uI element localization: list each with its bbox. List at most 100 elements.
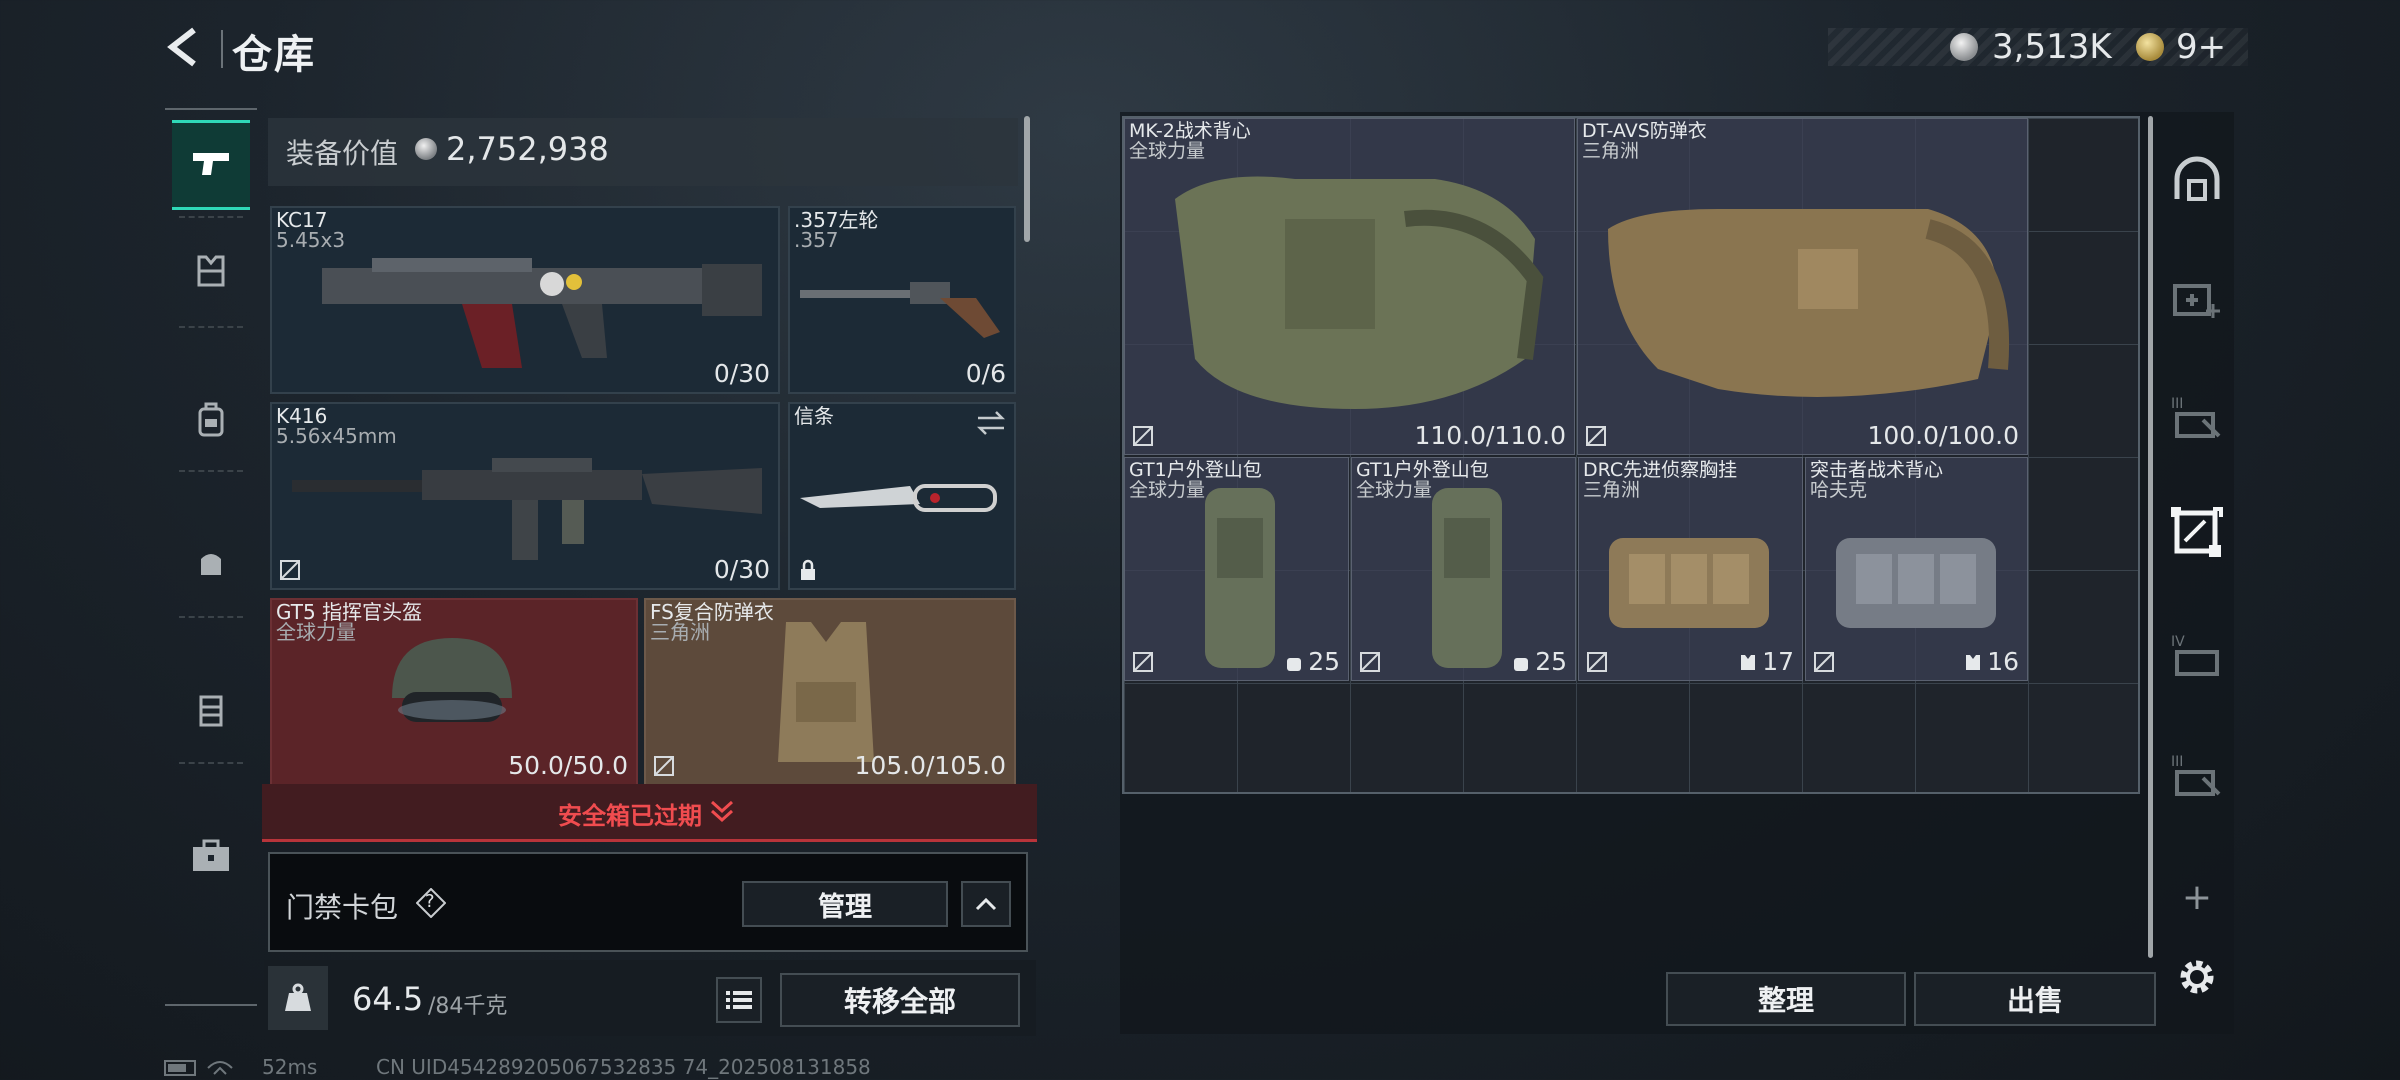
storage-item[interactable]: DRC先进侦察胸挂 三角洲 17 bbox=[1578, 457, 1803, 681]
storage-item[interactable]: MK-2战术背心 全球力量 110.0/110.0 bbox=[1124, 118, 1575, 455]
storage-tab-level4[interactable]: IV bbox=[2166, 624, 2228, 686]
storage-item[interactable]: DT-AVS防弹衣 三角洲 100.0/100.0 bbox=[1577, 118, 2028, 455]
silver-coin-icon bbox=[1950, 33, 1978, 61]
slot-faction: 全球力量 bbox=[276, 620, 356, 644]
briefcase-icon bbox=[193, 839, 229, 871]
settings-button[interactable] bbox=[2166, 946, 2228, 1008]
lock-icon bbox=[801, 559, 815, 580]
weight-current: 64.5 bbox=[352, 980, 424, 1018]
storage-tab-medical[interactable] bbox=[2166, 266, 2228, 328]
ammo-count: 0/30 bbox=[713, 359, 770, 388]
back-arrow-icon bbox=[167, 27, 196, 67]
not-insured-icon bbox=[1587, 652, 1607, 672]
item-capacity: 25 bbox=[1511, 647, 1567, 676]
help-icon[interactable]: ? bbox=[415, 887, 447, 919]
weapon-slot-sidearm[interactable]: .357左轮 .357 0/6 bbox=[788, 206, 1016, 394]
manage-button[interactable]: 管理 bbox=[742, 881, 948, 927]
storage-scrollbar[interactable] bbox=[2148, 116, 2153, 958]
storage-tab-main[interactable] bbox=[2166, 150, 2228, 212]
capacity-value: 16 bbox=[1987, 647, 2019, 676]
backpack-small-icon bbox=[1287, 657, 1302, 671]
not-insured-icon bbox=[280, 560, 300, 580]
storage-tab-level3-b[interactable]: III bbox=[2166, 744, 2228, 806]
weapon-slot-primary[interactable]: KC17 5.45x3 0/30 bbox=[270, 206, 780, 394]
category-backpack[interactable] bbox=[172, 374, 250, 464]
category-pouch[interactable] bbox=[172, 518, 250, 608]
vest-icon bbox=[197, 255, 225, 287]
medkit-add-icon bbox=[2173, 284, 2220, 318]
pistol-icon bbox=[193, 153, 229, 175]
collapse-button[interactable] bbox=[961, 881, 1011, 927]
backpack-icon bbox=[198, 402, 224, 437]
ammo-count: 0/6 bbox=[965, 359, 1006, 388]
not-insured-icon bbox=[1133, 652, 1153, 672]
sell-button[interactable]: 出售 bbox=[1914, 972, 2156, 1026]
swap-icon[interactable] bbox=[976, 410, 1006, 436]
svg-text:III: III bbox=[2171, 754, 2183, 770]
list-view-button[interactable] bbox=[716, 977, 762, 1023]
left-scrollbar[interactable] bbox=[1024, 116, 1030, 242]
item-name: MK-2战术背心 bbox=[1129, 120, 1251, 142]
sort-button[interactable]: 整理 bbox=[1666, 972, 1906, 1026]
svg-text:III: III bbox=[2171, 396, 2183, 412]
weight-icon bbox=[285, 983, 311, 1011]
storage-item[interactable]: 突击者战术背心 哈夫克 16 bbox=[1805, 457, 2028, 681]
item-faction: 全球力量 bbox=[1356, 479, 1433, 501]
item-name: 突击者战术背心 bbox=[1810, 459, 1944, 481]
slot-faction: 三角洲 bbox=[650, 620, 710, 644]
storage-tier-icon: IV bbox=[2171, 634, 2219, 676]
chest-rig-image bbox=[1609, 538, 1769, 628]
weight-icon-box bbox=[268, 966, 328, 1030]
revolver-image bbox=[800, 282, 1000, 338]
slot-name: 信条 bbox=[794, 404, 834, 428]
item-capacity: 16 bbox=[1963, 647, 2019, 676]
storage-tab-level3-a[interactable]: III bbox=[2166, 386, 2228, 448]
transfer-all-button[interactable]: 转移全部 bbox=[780, 973, 1020, 1027]
header-separator bbox=[221, 30, 223, 68]
not-insured-icon bbox=[654, 756, 674, 776]
user-uid: CN UID454289205067532835 74_202508131858 bbox=[376, 1055, 871, 1079]
backpack-image bbox=[1432, 488, 1502, 668]
category-safebox[interactable] bbox=[172, 810, 250, 900]
battery-wifi-icon bbox=[164, 1060, 233, 1076]
armor-slot[interactable]: FS复合防弹衣 三角洲 105.0/105.0 bbox=[644, 598, 1016, 786]
coin-icon bbox=[415, 138, 437, 160]
chevron-up-icon bbox=[975, 897, 997, 911]
equipment-value-label: 装备价值 bbox=[286, 137, 399, 170]
category-column bbox=[165, 108, 257, 1006]
help-glyph: ? bbox=[425, 891, 435, 912]
durability: 50.0/50.0 bbox=[508, 751, 628, 780]
weight-max: /84千克 bbox=[428, 994, 508, 1019]
keycard-case-label: 门禁卡包 bbox=[286, 891, 399, 924]
melee-slot[interactable]: 信条 bbox=[788, 402, 1016, 590]
silver-amount: 3,513K bbox=[1992, 27, 2112, 67]
add-storage-button[interactable]: + bbox=[2166, 866, 2228, 928]
storage-item[interactable]: GT1户外登山包 全球力量 25 bbox=[1351, 457, 1576, 681]
ping-value: 52ms bbox=[262, 1055, 318, 1079]
case-icon bbox=[199, 695, 223, 727]
storage-item[interactable]: GT1户外登山包 全球力量 25 bbox=[1124, 457, 1349, 681]
back-button[interactable] bbox=[160, 22, 210, 72]
weapon-slot-secondary[interactable]: K416 5.56x45mm 0/30 bbox=[270, 402, 780, 590]
item-faction: 哈夫克 bbox=[1810, 479, 1868, 501]
storage-tier-icon: III bbox=[2171, 754, 2221, 796]
helmet-slot[interactable]: GT5 指挥官头盔 全球力量 50.0/50.0 bbox=[270, 598, 638, 786]
category-case[interactable] bbox=[172, 664, 250, 754]
category-vest[interactable] bbox=[172, 226, 250, 316]
list-icon bbox=[726, 991, 752, 1009]
vault-icon bbox=[2174, 156, 2220, 201]
durability: 105.0/105.0 bbox=[854, 751, 1006, 780]
equipment-value: 2,752,938 bbox=[446, 130, 609, 168]
vest-small-icon bbox=[1966, 654, 1981, 670]
not-insured-icon bbox=[1814, 652, 1834, 672]
rifle-image bbox=[322, 258, 762, 368]
category-weapons[interactable] bbox=[172, 120, 250, 210]
gear-icon bbox=[2180, 960, 2214, 994]
rifle-image bbox=[292, 458, 762, 560]
storage-tier-icon: III bbox=[2171, 396, 2221, 438]
storage-tab-selected[interactable] bbox=[2166, 502, 2228, 564]
pouch-icon bbox=[201, 554, 221, 575]
capacity-value: 25 bbox=[1308, 647, 1340, 676]
item-capacity: 25 bbox=[1284, 647, 1340, 676]
item-name: DRC先进侦察胸挂 bbox=[1583, 459, 1738, 481]
